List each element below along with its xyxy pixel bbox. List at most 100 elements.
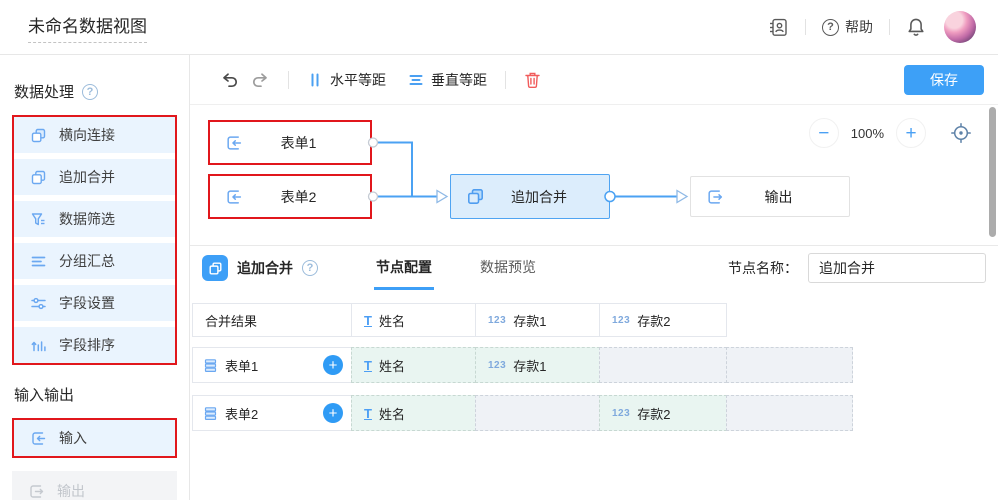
contacts-icon[interactable] <box>768 17 789 38</box>
horizontal-spacing-icon <box>307 72 323 88</box>
bell-icon[interactable] <box>906 17 926 37</box>
help-button[interactable]: ? 帮助 <box>822 17 873 37</box>
panel-help-icon[interactable]: ? <box>302 260 318 276</box>
output-icon <box>706 188 724 206</box>
add-field-button[interactable]: + <box>323 403 343 423</box>
vertical-spacing-label: 垂直等距 <box>431 70 487 90</box>
trash-icon <box>524 71 541 89</box>
io-section-title: 输入输出 <box>12 384 177 405</box>
mapping-cell[interactable]: T 姓名 <box>351 395 476 431</box>
group-summary-icon <box>30 253 47 270</box>
empty-mapping-cell[interactable] <box>475 395 600 431</box>
delete-node-button[interactable] <box>518 65 547 95</box>
header-cell-name: T 姓名 <box>351 303 476 337</box>
section-help-icon[interactable]: ? <box>82 84 98 100</box>
sidebar-item-label: 字段设置 <box>59 293 115 313</box>
document-title[interactable]: 未命名数据视图 <box>28 12 147 43</box>
mapping-cell[interactable]: 123 存款1 <box>475 347 600 383</box>
undo-button[interactable] <box>214 65 245 94</box>
node-config-panel: 追加合并 ? 节点配置 数据预览 节点名称： 合并结果 <box>190 245 998 500</box>
sidebar-item-label: 输入 <box>59 428 87 448</box>
number-type-icon: 123 <box>488 360 506 371</box>
node-label: 追加合并 <box>485 187 609 207</box>
horizontal-spacing-label: 水平等距 <box>330 70 386 90</box>
divider <box>505 71 506 89</box>
mapping-cell[interactable]: T 姓名 <box>351 347 476 383</box>
zoom-in-button[interactable]: + <box>896 118 926 148</box>
source-cell-form1: 表单1 + <box>192 347 352 383</box>
input-icon <box>30 430 47 447</box>
node-label: 表单2 <box>243 187 370 207</box>
number-type-icon: 123 <box>488 315 506 326</box>
sidebar-item-field-settings[interactable]: 字段设置 <box>14 285 175 321</box>
header-actions: ? 帮助 <box>768 11 976 43</box>
empty-mapping-cell[interactable] <box>726 347 853 383</box>
append-merge-icon <box>466 187 485 206</box>
help-icon: ? <box>822 19 839 36</box>
number-type-icon: 123 <box>612 408 630 419</box>
save-button[interactable]: 保存 <box>904 65 984 95</box>
empty-mapping-cell[interactable] <box>599 347 727 383</box>
field-sort-icon <box>30 337 47 354</box>
node-name-label: 节点名称： <box>728 258 798 278</box>
form-icon <box>203 358 218 373</box>
zoom-out-button[interactable]: − <box>809 118 839 148</box>
zoom-level: 100% <box>851 126 884 141</box>
text-type-icon: T <box>364 406 372 421</box>
node-label: 表单1 <box>243 133 370 153</box>
vertical-scrollbar[interactable] <box>989 107 996 237</box>
panel-node-title: 追加合并 <box>237 258 293 278</box>
filter-icon <box>30 211 47 228</box>
horizontal-spacing-button[interactable]: 水平等距 <box>301 64 392 96</box>
empty-mapping-cell[interactable] <box>726 395 853 431</box>
node-append-merge[interactable]: 追加合并 <box>450 174 610 219</box>
sidebar-item-label: 输出 <box>57 481 85 500</box>
sidebar-item-filter[interactable]: 数据筛选 <box>14 201 175 237</box>
vertical-spacing-button[interactable]: 垂直等距 <box>402 64 493 96</box>
panel-header: 追加合并 ? 节点配置 数据预览 节点名称： <box>190 246 998 290</box>
header-cell-deposit1: 123 存款1 <box>475 303 600 337</box>
source-cell-form2: 表单2 + <box>192 395 352 431</box>
flow-canvas[interactable]: 表单1 表单2 追加合并 <box>190 105 998 245</box>
text-type-icon: T <box>364 313 372 328</box>
redo-icon <box>251 71 270 88</box>
sidebar-item-append-merge[interactable]: 追加合并 <box>14 159 175 195</box>
sidebar-item-input[interactable]: 输入 <box>14 420 175 456</box>
help-label: 帮助 <box>845 17 873 37</box>
node-output[interactable]: 输出 <box>690 176 850 217</box>
redo-button[interactable] <box>245 65 276 94</box>
field-settings-icon <box>30 295 47 312</box>
table-row-form1: 表单1 + T 姓名 123 存款1 <box>192 347 998 383</box>
input-annotation-box: 输入 <box>12 418 177 458</box>
add-field-button[interactable]: + <box>323 355 343 375</box>
sidebar-item-field-sort[interactable]: 字段排序 <box>14 327 175 363</box>
sidebar: 数据处理 ? 横向连接 追加 <box>0 55 190 500</box>
input-icon <box>225 134 243 152</box>
tab-data-preview[interactable]: 数据预览 <box>478 246 538 290</box>
node-form1[interactable]: 表单1 <box>208 120 372 165</box>
sidebar-item-join-horizontal[interactable]: 横向连接 <box>14 117 175 153</box>
divider <box>889 19 890 35</box>
sidebar-item-label: 字段排序 <box>59 335 115 355</box>
number-type-icon: 123 <box>612 315 630 326</box>
mapping-cell[interactable]: 123 存款2 <box>599 395 727 431</box>
node-name-group: 节点名称： <box>728 246 986 290</box>
sidebar-item-output: 输出 <box>12 471 177 500</box>
user-avatar[interactable] <box>944 11 976 43</box>
vertical-spacing-icon <box>408 72 424 88</box>
sidebar-item-label: 分组汇总 <box>59 251 115 271</box>
tab-node-config[interactable]: 节点配置 <box>374 246 434 290</box>
source-label: 表单2 <box>225 404 258 423</box>
sidebar-item-group-summary[interactable]: 分组汇总 <box>14 243 175 279</box>
sidebar-item-label: 横向连接 <box>59 125 115 145</box>
locate-center-button[interactable] <box>950 122 972 144</box>
header-cell-deposit2: 123 存款2 <box>599 303 727 337</box>
node-name-input[interactable] <box>808 253 986 283</box>
undo-icon <box>220 71 239 88</box>
node-form2[interactable]: 表单2 <box>208 174 372 219</box>
zoom-controls: − 100% + <box>809 118 972 148</box>
join-horizontal-icon <box>30 127 47 144</box>
append-merge-icon <box>30 169 47 186</box>
input-icon <box>225 188 243 206</box>
append-merge-icon <box>202 255 228 281</box>
